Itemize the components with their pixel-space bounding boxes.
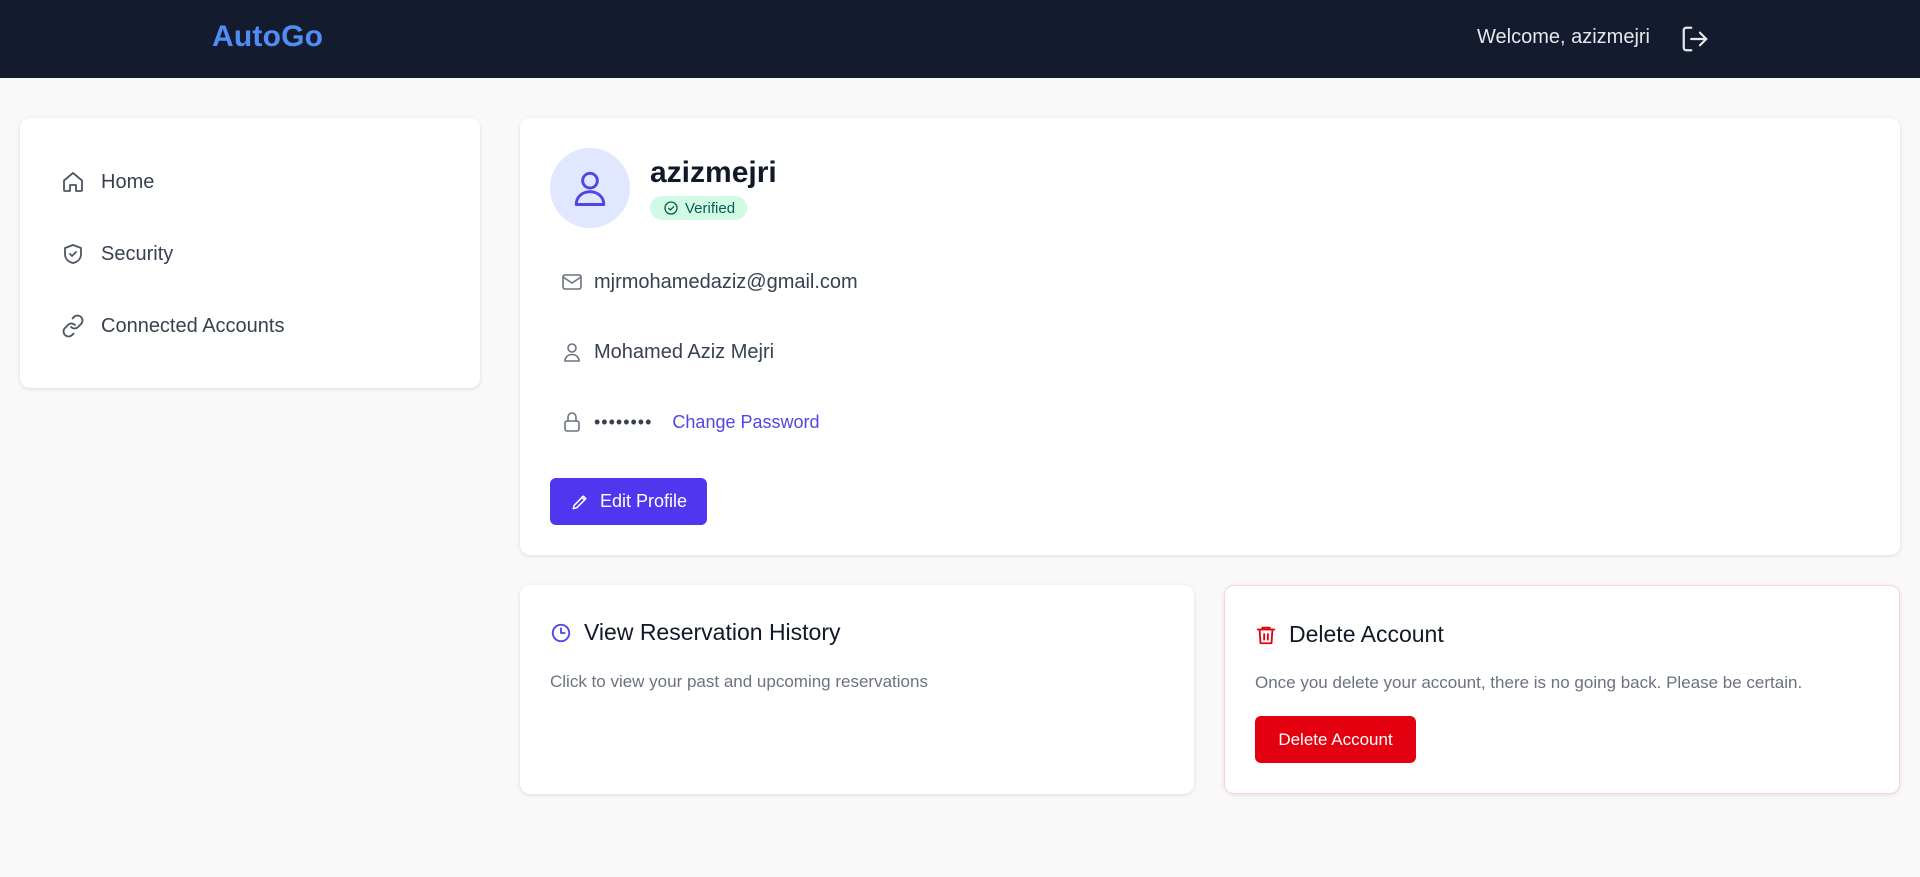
edit-profile-label: Edit Profile [599, 491, 688, 511]
profile-username: azizmejri [650, 156, 777, 189]
link-icon [60, 313, 86, 339]
delete-title-row: Delete Account [1255, 621, 1444, 648]
mail-icon [560, 270, 584, 294]
logout-icon[interactable] [1680, 24, 1710, 54]
sidebar-item-label: Connected Accounts [101, 314, 285, 337]
sidebar-item-label: Home [101, 170, 155, 193]
home-icon [60, 169, 86, 195]
sidebar: Home Security Connected Accounts [20, 118, 480, 388]
lock-icon [560, 410, 584, 434]
brand-logo[interactable]: AutoGo [212, 20, 323, 54]
verified-badge: Verified [650, 196, 748, 220]
user-icon [574, 171, 606, 206]
sidebar-item-label: Security [101, 242, 174, 265]
person-icon [560, 340, 584, 364]
avatar [550, 148, 630, 228]
delete-account-button[interactable]: Delete Account [1255, 716, 1416, 763]
welcome-text: Welcome, azizmejri [1477, 26, 1650, 48]
reservation-title-row: View Reservation History [550, 619, 841, 646]
shield-icon [60, 241, 86, 267]
password-row: •••••••• Change Password [560, 410, 820, 434]
clock-icon [551, 623, 571, 642]
top-navbar: AutoGo Welcome, azizmejri [0, 0, 1920, 78]
sidebar-item-home[interactable]: Home [20, 146, 480, 218]
name-row: Mohamed Aziz Mejri [560, 340, 774, 364]
delete-account-card: Delete Account Once you delete your acco… [1224, 585, 1900, 794]
pencil-icon [572, 494, 587, 509]
full-name-value: Mohamed Aziz Mejri [594, 340, 775, 363]
sidebar-item-security[interactable]: Security [20, 218, 480, 290]
edit-profile-button[interactable]: Edit Profile [550, 478, 707, 525]
verified-label: Verified [685, 199, 736, 217]
change-password-link[interactable]: Change Password [672, 412, 819, 433]
delete-description: Once you delete your account, there is n… [1255, 673, 1803, 692]
check-circle-icon [664, 201, 678, 215]
reservation-history-card[interactable]: View Reservation History Click to view y… [520, 585, 1194, 794]
sidebar-item-connected-accounts[interactable]: Connected Accounts [20, 290, 480, 362]
reservation-title: View Reservation History [584, 619, 841, 645]
email-row: mjrmohamedaziz@gmail.com [560, 270, 858, 294]
delete-title: Delete Account [1289, 621, 1444, 647]
password-mask: •••••••• [594, 411, 653, 432]
email-value: mjrmohamedaziz@gmail.com [594, 270, 858, 293]
trash-icon [1256, 626, 1276, 644]
profile-card: azizmejri Verified mjrmohamedaziz@gmail.… [520, 118, 1900, 555]
reservation-description: Click to view your past and upcoming res… [550, 672, 928, 691]
